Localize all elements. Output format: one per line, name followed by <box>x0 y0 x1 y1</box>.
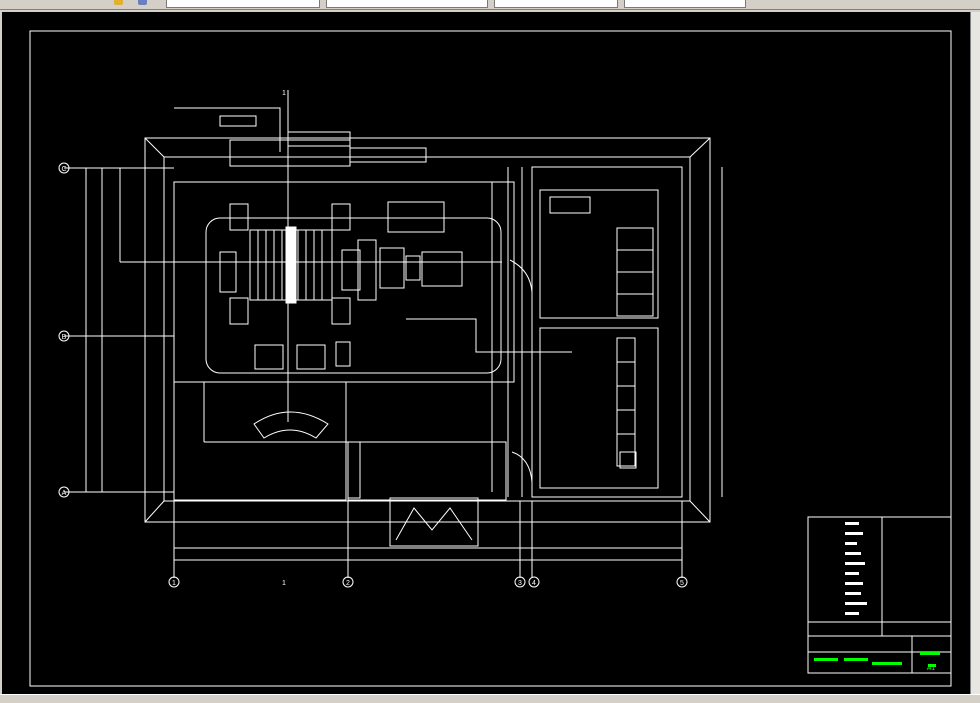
axis-label-5: 5 <box>680 580 684 587</box>
sheet-border <box>29 30 952 687</box>
axis-label-b: B <box>62 334 67 341</box>
axis-label-4: 4 <box>532 580 536 587</box>
title-block <box>807 516 952 674</box>
lineweight-dropdown[interactable] <box>494 0 618 8</box>
axis-label-1: 1 <box>172 580 176 587</box>
toolbar <box>0 0 980 10</box>
axis-label-3: 3 <box>518 580 522 587</box>
section-mark-bottom: 1 <box>282 580 286 587</box>
undo-icon[interactable] <box>114 0 123 5</box>
axis-label-a: A <box>62 490 67 497</box>
plotstyle-dropdown[interactable] <box>624 0 746 8</box>
layer-icon[interactable] <box>138 0 147 5</box>
axis-label-2: 2 <box>346 580 350 587</box>
drawing-canvas[interactable]: C B A 1 2 3 4 5 1 1 A1 <box>2 12 970 694</box>
section-mark-top: 1 <box>282 90 286 97</box>
vertical-scrollbar[interactable] <box>970 12 980 694</box>
inner-wall <box>163 156 691 502</box>
sheet-size-label: A1 <box>927 665 936 672</box>
layer-dropdown[interactable] <box>166 0 320 8</box>
cad-drawing: C B A 1 2 3 4 5 1 1 A1 <box>29 30 952 687</box>
outer-wall <box>144 137 711 523</box>
axis-label-c: C <box>61 166 66 173</box>
linetype-dropdown[interactable] <box>326 0 488 8</box>
